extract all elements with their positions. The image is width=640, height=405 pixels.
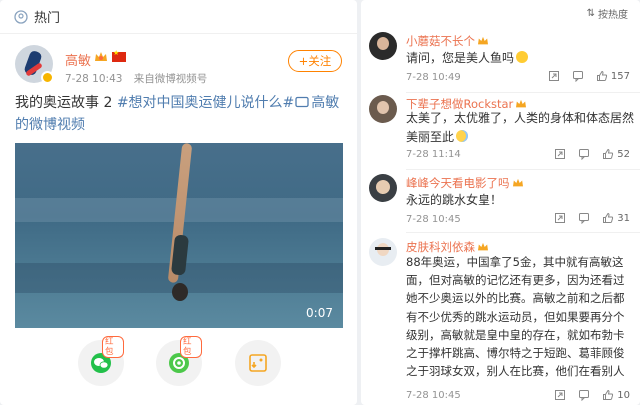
avatar[interactable] [369,32,397,60]
like-button[interactable]: 52 [602,148,630,160]
post-actions: 红包 红包 [0,336,357,390]
crown-icon [512,178,523,187]
forward-icon [555,390,566,400]
comment-text: 88年奥运，中国拿了5金，其中就有高敏这面，但对高敏的记忆还有更多，因为还看过她… [406,255,625,379]
video-duration: 0:07 [306,306,333,320]
comment-user-name[interactable]: 小蘑菇不长个 [406,34,475,48]
hot-title[interactable]: 热门 [34,7,60,26]
crown-icon [478,242,488,251]
like-count: 157 [610,70,630,82]
sort-by-hot[interactable]: ⇅ 按热度 [587,6,628,21]
comment-user-name[interactable]: 皮肤科刘依森 [406,240,475,254]
post-text-plain: 我的奥运故事 2 [15,95,117,111]
thumb-up-icon [603,148,614,159]
like-count: 31 [617,212,630,224]
comment-icon [572,71,583,82]
crown-icon [95,52,107,61]
follow-button[interactable]: +关注 [288,50,342,72]
comment-time: 7-28 10:49 [406,72,461,83]
comment-tools: 10 [542,389,630,401]
comments-panel: ⇅ 按热度 小蘑菇不长个 请问，您是美人鱼吗 7-28 10:49 157 下辈… [361,0,640,405]
forward-comment-button[interactable] [554,148,566,160]
comment-user[interactable]: 峰峰今天看电影了吗 [406,175,524,191]
crown-icon [478,36,488,45]
share-button[interactable]: 红包 [78,336,124,386]
divider [406,92,640,93]
cry-emoji-icon [456,130,469,142]
reply-button[interactable] [578,148,590,160]
avatar[interactable] [369,95,397,123]
comment-icon [579,149,590,160]
forward-icon [555,213,566,223]
comment-time: 7-28 10:45 [406,390,461,401]
comment-icon [579,213,590,224]
divider [406,169,640,170]
share-redpacket-badge: 红包 [102,336,124,358]
forward-comment-button[interactable] [554,389,566,401]
like-button[interactable]: 157 [596,70,630,82]
like-count: 52 [617,148,630,160]
thumb-up-icon [603,212,614,223]
comment-time: 7-28 10:45 [406,214,461,225]
video-link-icon [295,96,309,108]
divider [406,232,640,233]
china-flag-icon [112,49,126,62]
hot-header: 热门 [0,0,357,34]
post-source[interactable]: 来自微博视频号 [134,73,208,85]
post-meta: 7-28 10:43 来自微博视频号 [65,71,207,86]
video-player[interactable]: 0:07 [15,143,343,328]
video-frame-diver [167,143,193,303]
reply-button[interactable] [578,212,590,224]
post-time: 7-28 10:43 [65,73,123,85]
comment-user-name[interactable]: 峰峰今天看电影了吗 [406,176,510,190]
like-count: 10 [617,389,630,401]
comment-tools: 52 [542,148,630,160]
forward-icon [555,149,566,159]
comment-text: 太美了，太优雅了，人类的身体和体态居然美丽至此 [406,109,634,147]
sort-icon: ⇅ [586,8,595,19]
comment-icon [579,390,590,401]
topic-link[interactable]: #想对中国奥运健儿说什么# [117,95,294,111]
laugh-emoji-icon [516,51,529,63]
like-button[interactable]: 31 [602,212,630,224]
sort-label: 按热度 [598,10,628,21]
avatar[interactable] [369,174,397,202]
like-button[interactable]: 10 [602,389,630,401]
forward-comment-button[interactable] [548,70,560,82]
thumb-up-icon [603,389,614,400]
reply-button[interactable] [578,389,590,401]
save-image-button[interactable] [235,340,281,386]
post-text: 我的奥运故事 2 #想对中国奥运健儿说什么# 高敏的微博视频 [15,92,345,136]
forward-redpacket-badge: 红包 [180,336,202,358]
comment-tools: 157 [536,70,630,82]
comment-tools: 31 [542,212,630,224]
reply-button[interactable] [572,70,584,82]
thumb-up-icon [596,70,607,81]
save-image-icon [249,354,267,372]
comment-text-body: 请问，您是美人鱼吗 [406,51,515,65]
post-panel: 热门 高敏 7-28 10:43 来自微博视频号 +关注 我的奥运故事 2 #想… [0,0,357,405]
verified-badge-icon [41,71,54,84]
comment-text: 永远的跳水女皇！ [406,193,503,207]
crown-icon [516,99,527,108]
forward-comment-button[interactable] [554,212,566,224]
comment-text-body: 太美了，太优雅了，人类的身体和体态居然美丽至此 [406,111,635,144]
avatar[interactable] [369,238,397,266]
forward-icon [548,71,559,81]
author-name[interactable]: 高敏 [65,50,91,69]
forward-button[interactable]: 红包 [156,336,202,386]
comment-text: 请问，您是美人鱼吗 [406,48,634,69]
comment-user[interactable]: 小蘑菇不长个 [406,33,489,49]
comment-time: 7-28 11:14 [406,149,461,160]
location-icon [14,9,28,24]
